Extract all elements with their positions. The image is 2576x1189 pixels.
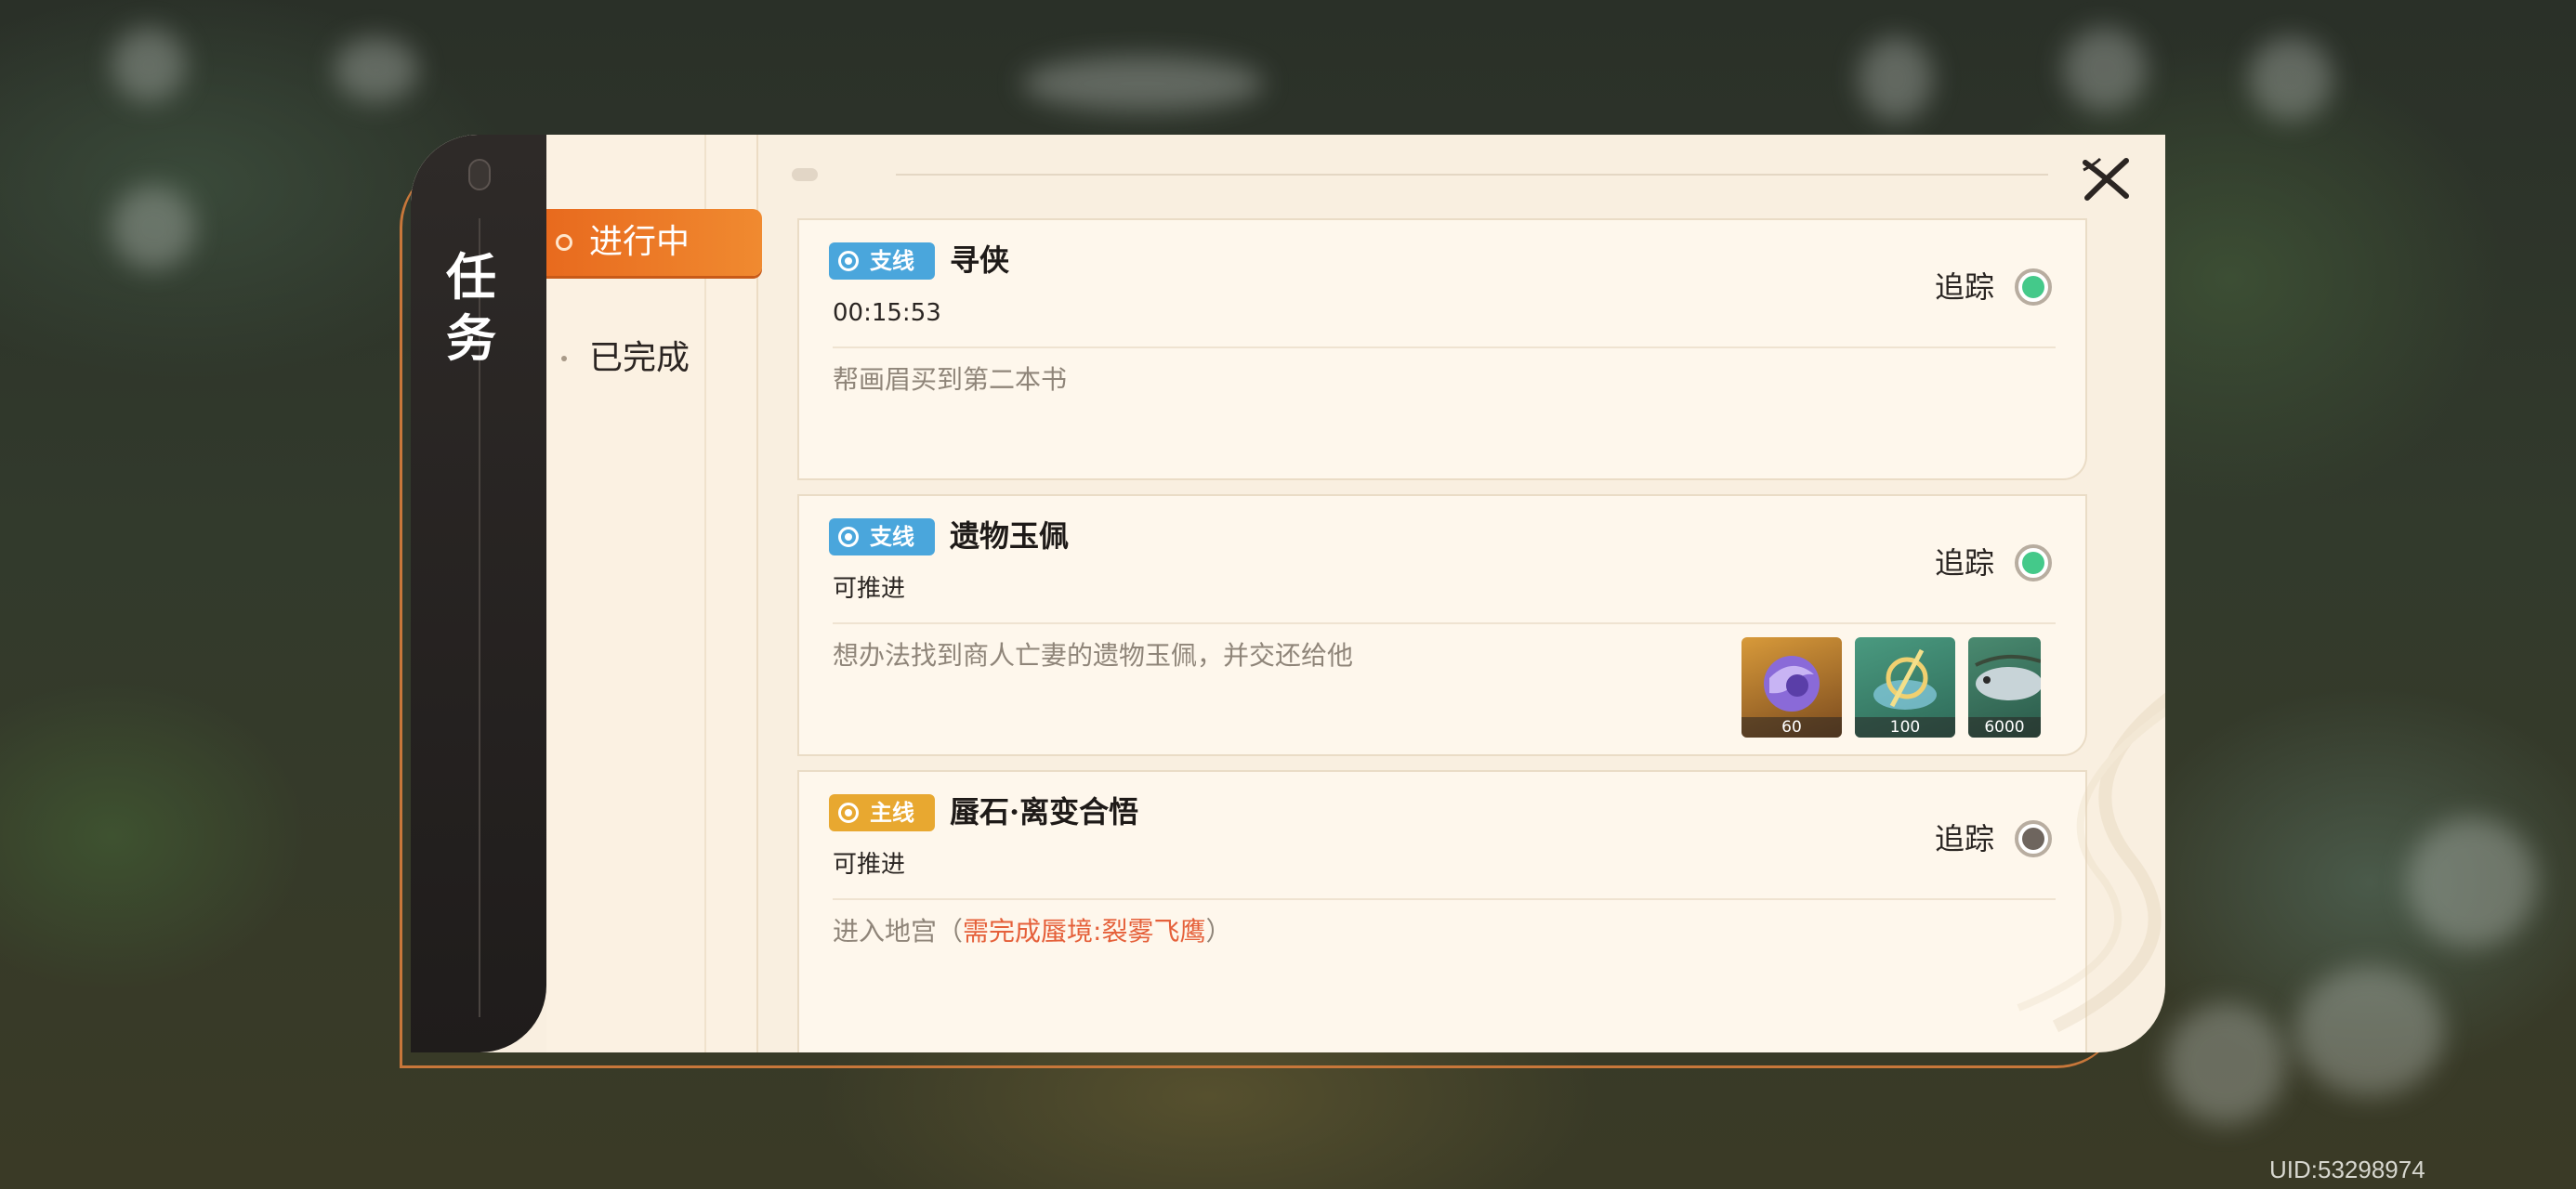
track-toggle[interactable]: [2015, 544, 2052, 581]
quest-description: 帮画眉买到第二本书: [833, 364, 1068, 395]
tab-completed-label: 已完成: [589, 339, 690, 377]
quest-card[interactable]: 支线 遗物玉佩 可推进 想办法找到商人亡妻的遗物玉佩，并交还给他 追踪 60 1…: [797, 494, 2087, 756]
badge-ring-icon: [838, 251, 859, 271]
tab-in-progress-label: 进行中: [589, 223, 690, 261]
quest-type-label: 支线: [870, 248, 914, 274]
quest-card[interactable]: 支线 寻侠 00:15:53 帮画眉买到第二本书 追踪: [797, 218, 2087, 480]
reward-count: 100: [1855, 717, 1955, 738]
quest-type-label: 主线: [870, 800, 914, 826]
quest-timer: 00:15:53: [833, 299, 941, 327]
badge-ring-icon: [838, 527, 859, 547]
close-icon: [2083, 157, 2129, 201]
quest-description-prefix: 进入地宫（: [833, 916, 964, 947]
quest-type-badge: 支线: [829, 518, 935, 555]
reward-count: 60: [1741, 717, 1842, 738]
track-label: 追踪: [1935, 269, 1995, 305]
quest-description: 想办法找到商人亡妻的遗物玉佩，并交还给他: [833, 640, 1354, 671]
decorative-swirl: [2017, 692, 2165, 1033]
quest-description-suffix: ）: [1205, 916, 1232, 947]
content-header-rule: [792, 168, 2102, 181]
quest-panel: 任务 进行中 已完成 支线 寻侠 00:15:53 帮画眉买到第二本书 追踪 支…: [411, 135, 2165, 1052]
panel-title: 任务: [411, 246, 532, 369]
quest-divider: [833, 346, 2056, 348]
active-tab-dot-icon: [556, 234, 572, 251]
reward-item[interactable]: 60: [1741, 637, 1842, 738]
player-uid: UID:53298974: [2269, 1156, 2425, 1183]
quest-requirement: 需完成蜃境:裂雾飞鹰: [963, 916, 1206, 947]
quest-status: 可推进: [833, 851, 906, 879]
quest-title: 寻侠: [950, 242, 1010, 278]
panel-spine: 任务: [411, 135, 546, 1052]
quest-title: 遗物玉佩: [950, 518, 1070, 554]
quest-divider: [833, 622, 2056, 624]
quest-type-badge: 支线: [829, 242, 935, 280]
quest-title: 蜃石·离变合悟: [950, 794, 1139, 830]
quest-type-label: 支线: [870, 524, 914, 550]
quest-type-badge: 主线: [829, 794, 935, 831]
quest-card[interactable]: 主线 蜃石·离变合悟 可推进 进入地宫（需完成蜃境:裂雾飞鹰） 追踪: [797, 770, 2087, 1052]
quest-description: 进入地宫（需完成蜃境:裂雾飞鹰）: [833, 913, 1231, 950]
tab-dot-icon: [561, 356, 567, 361]
tab-in-progress[interactable]: 进行中: [546, 209, 762, 276]
track-label: 追踪: [1935, 545, 1995, 581]
tab-completed[interactable]: 已完成: [546, 325, 756, 392]
close-button[interactable]: [2076, 150, 2136, 209]
badge-ring-icon: [838, 803, 859, 823]
track-toggle[interactable]: [2015, 268, 2052, 306]
quest-status: 可推进: [833, 575, 906, 603]
panel-title-text: 任务: [446, 247, 496, 368]
quest-divider: [833, 898, 2056, 900]
reward-item[interactable]: 100: [1855, 637, 1955, 738]
spine-knob-icon: [468, 159, 491, 190]
